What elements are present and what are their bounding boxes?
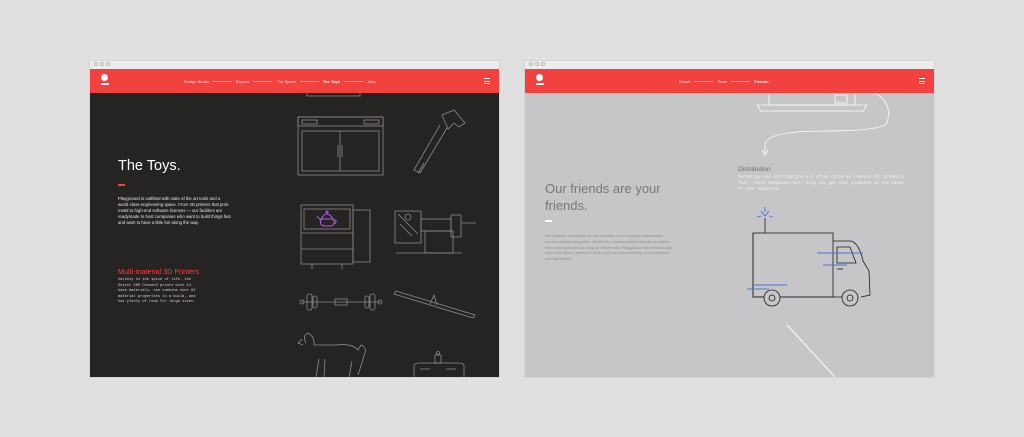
nav-item-friends[interactable]: Friends — [754, 79, 768, 84]
window-minimize-dot[interactable] — [535, 62, 539, 66]
seesaw-illustration — [393, 290, 476, 319]
window-toys-page: Design Studio Explore The Space The Toys… — [90, 61, 499, 377]
speed-lines — [747, 252, 863, 290]
hammer-illustration — [413, 109, 466, 174]
browser-chrome — [525, 61, 934, 69]
nav-item-design-studio[interactable]: Design Studio — [184, 79, 209, 84]
lathe-illustration — [394, 210, 476, 254]
window-close-dot[interactable] — [94, 62, 98, 66]
window-friends-page: Bench Team Friends Our friends are your … — [525, 61, 934, 377]
machine-base-illustration — [413, 351, 465, 377]
delivery-truck-illustration — [752, 218, 871, 307]
window-maximize-dot[interactable] — [541, 62, 545, 66]
printer-illustration — [297, 116, 384, 176]
signal-icon — [756, 207, 774, 218]
teapot-printer-illustration — [300, 204, 371, 269]
top-nav: Design Studio Explore The Space The Toys… — [90, 69, 499, 93]
menu-icon[interactable] — [484, 78, 490, 86]
teapot-illustration — [316, 210, 337, 227]
route-line — [786, 324, 836, 377]
toys-illustrations — [297, 93, 476, 377]
logo-icon[interactable] — [535, 74, 545, 88]
nav-item-team[interactable]: Team — [717, 79, 727, 84]
browser-chrome — [90, 61, 499, 69]
cropped-machine-illustration — [306, 93, 361, 97]
window-minimize-dot[interactable] — [100, 62, 104, 66]
laptop-illustration — [756, 93, 889, 156]
dumbbell-illustration — [299, 293, 383, 311]
window-close-dot[interactable] — [529, 62, 533, 66]
menu-icon[interactable] — [919, 78, 925, 86]
friends-content: Our friends are your friends. Our portfo… — [525, 93, 934, 377]
nav-item-bench[interactable]: Bench — [679, 79, 690, 84]
toys-content: The Toys. Playground is outfitted with s… — [90, 93, 499, 377]
top-nav: Bench Team Friends — [525, 69, 934, 93]
dog-illustration — [297, 332, 366, 377]
friends-illustrations — [747, 93, 889, 377]
nav-item-the-space[interactable]: The Space — [276, 79, 295, 84]
nav-item-explore[interactable]: Explore — [236, 79, 250, 84]
nav-item-the-toys[interactable]: The Toys — [323, 79, 340, 84]
window-maximize-dot[interactable] — [106, 62, 110, 66]
nav-item-jobs[interactable]: Jobs — [367, 79, 375, 84]
logo-icon[interactable] — [100, 74, 110, 88]
